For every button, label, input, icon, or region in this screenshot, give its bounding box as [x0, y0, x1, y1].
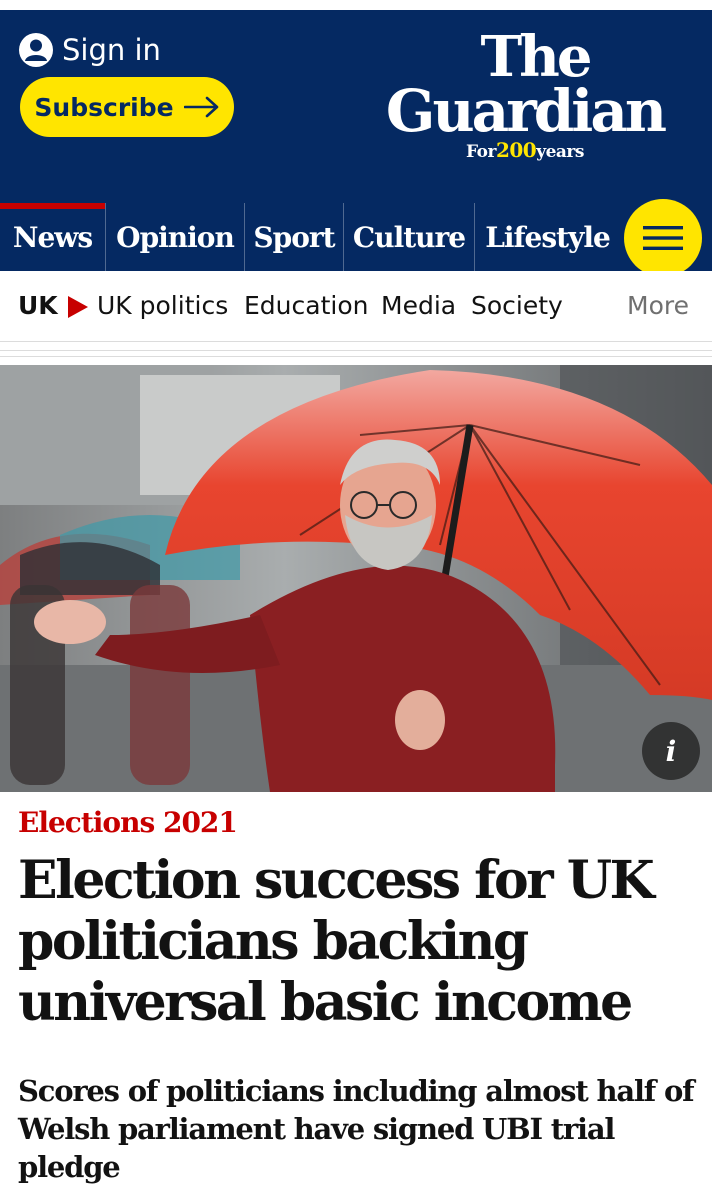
pillar-nav: News Opinion Sport Culture Lifestyle [0, 203, 712, 271]
status-strip [0, 0, 712, 10]
subnav-item-education[interactable]: Education [244, 291, 368, 320]
logo-tag-number: 200 [495, 138, 537, 162]
article-main-image [0, 365, 712, 792]
photo-illustration [0, 365, 712, 792]
masthead: Sign in Subscribe The Guardian For200yea… [0, 10, 712, 203]
image-info-button[interactable]: i [642, 722, 700, 780]
image-info-icon: i [665, 734, 677, 768]
pillar-lifestyle[interactable]: Lifestyle [475, 203, 620, 271]
user-icon [19, 33, 53, 67]
logo-tag-prefix: For [466, 142, 496, 162]
divider [0, 356, 712, 357]
triangle-right-icon [68, 296, 88, 318]
logo-tag-suffix: years [536, 142, 584, 162]
hamburger-menu-icon [643, 226, 683, 250]
subscribe-label: Subscribe [34, 92, 174, 122]
subnav-item-media[interactable]: Media [381, 291, 456, 320]
subnav-more[interactable]: More [627, 291, 689, 320]
pillar-sport[interactable]: Sport [245, 203, 344, 271]
subnav-item-society[interactable]: Society [471, 291, 563, 320]
guardian-logo[interactable]: The Guardian For200years [350, 24, 700, 170]
logo-line-guardian: Guardian [385, 77, 667, 145]
sign-in-link[interactable]: Sign in [18, 32, 161, 68]
pillar-news[interactable]: News [0, 203, 106, 271]
section-subnav: UK UK politics Education Media Society M… [0, 271, 712, 343]
pillar-culture[interactable]: Culture [344, 203, 475, 271]
subscribe-button[interactable]: Subscribe [20, 77, 234, 137]
subnav-current-uk[interactable]: UK [18, 291, 58, 320]
sign-in-label: Sign in [62, 33, 161, 67]
article-standfirst: Scores of politicians including almost h… [18, 1074, 695, 1184]
pillar-opinion[interactable]: Opinion [106, 203, 245, 271]
article-headline: Election success for UK politicians back… [18, 850, 655, 1033]
logo-line-the: The [480, 24, 592, 90]
subnav-item-uk-politics[interactable]: UK politics [97, 291, 228, 320]
arrow-right-icon [183, 96, 218, 118]
menu-button[interactable] [624, 199, 702, 277]
divider [0, 341, 712, 342]
article-kicker[interactable]: Elections 2021 [18, 806, 238, 839]
divider [0, 350, 712, 351]
